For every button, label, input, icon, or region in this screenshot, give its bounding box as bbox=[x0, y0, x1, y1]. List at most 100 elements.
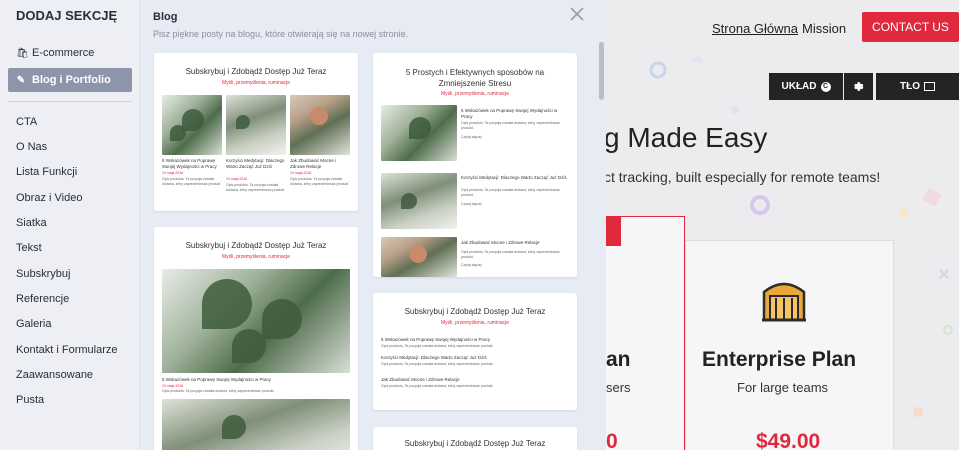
sidebar-item-blog-portfolio[interactable]: ✎ Blog i Portfolio bbox=[8, 68, 132, 92]
blog-template-card-2[interactable]: 5 Prostych i Efektywnych sposobów na Zmn… bbox=[373, 53, 577, 277]
card-heading: 5 Prostych i Efektywnych sposobów na Zmn… bbox=[405, 68, 545, 88]
post-date: 10 maja 2016 bbox=[162, 171, 184, 175]
close-icon[interactable] bbox=[569, 6, 585, 22]
sidebar-item-label: Blog i Portfolio bbox=[32, 74, 111, 86]
panel-scrollbar[interactable] bbox=[599, 42, 604, 100]
layout-label: UKŁAD bbox=[781, 81, 817, 92]
image-icon bbox=[924, 82, 935, 91]
post-image bbox=[162, 399, 350, 450]
left-plan-price-fragment: 0 bbox=[606, 430, 618, 450]
post-body: Opis produktu. Ta pozycja została dodana… bbox=[381, 344, 494, 348]
read-more-link: Czytaj więcej bbox=[461, 202, 482, 206]
post-title: Jak Zbudować Mocne i Zdrowe Relacje bbox=[461, 240, 540, 245]
cart-icon: 🛍 bbox=[16, 47, 29, 59]
building-icon bbox=[762, 282, 806, 322]
sidebar-item-label: Zaawansowane bbox=[16, 369, 94, 381]
sidebar-item-ecommerce[interactable]: 🛍 E-commerce bbox=[8, 41, 132, 65]
plan-name: Enterprise Plan bbox=[702, 348, 857, 371]
nav-link-home[interactable]: Strona Główna bbox=[712, 21, 798, 36]
card-subheading: Myśli, przemyślenia, ruminacje bbox=[221, 80, 291, 86]
sidebar-item-label: Pusta bbox=[16, 394, 45, 406]
sidebar-item-gallery[interactable]: Galeria bbox=[8, 312, 132, 336]
sidebar-item-grid[interactable]: Siatka bbox=[8, 211, 132, 235]
read-more-link: Czytaj więcej bbox=[461, 263, 482, 267]
sidebar-item-label: Obraz i Video bbox=[16, 192, 83, 204]
layout-badge: C bbox=[820, 81, 831, 92]
blog-template-card-3[interactable]: Subskrybuj i Zdobądź Dostęp Już Teraz My… bbox=[154, 227, 358, 450]
pricing-card-enterprise bbox=[685, 240, 894, 450]
post-body: Opis produktu. Ta pozycja została dodana… bbox=[162, 389, 275, 393]
sidebar-item-features[interactable]: Lista Funkcji bbox=[8, 160, 132, 184]
sidebar-item-contact-forms[interactable]: Kontakt i Formularze bbox=[8, 338, 132, 362]
sidebar-item-empty[interactable]: Pusta bbox=[8, 388, 132, 412]
post-date: 10 maja 2016 bbox=[162, 384, 184, 388]
post-body: Opis produktu. Ta pozycja została dodana… bbox=[381, 384, 494, 388]
post-image bbox=[290, 95, 350, 155]
card-heading: Subskrybuj i Zdobądź Dostęp Już Teraz bbox=[185, 67, 327, 76]
post-body: Opis produktu. Ta pozycja została dodana… bbox=[461, 188, 560, 197]
sidebar-item-label: O Nas bbox=[16, 141, 48, 153]
settings-button[interactable] bbox=[844, 73, 873, 100]
post-image bbox=[162, 269, 350, 373]
sidebar-item-about[interactable]: O Nas bbox=[8, 135, 132, 159]
layout-button[interactable]: UKŁAD C bbox=[769, 73, 843, 100]
card-subheading: Myśli, przemyślenia, ruminacje bbox=[221, 254, 291, 260]
sidebar-item-image-video[interactable]: Obraz i Video bbox=[8, 186, 132, 210]
sidebar-item-testimonials[interactable]: Referencje bbox=[8, 287, 132, 311]
blog-template-card-4[interactable]: Subskrybuj i Zdobądź Dostęp Już Teraz My… bbox=[373, 293, 577, 410]
card-heading: Subskrybuj i Zdobądź Dostęp Już Teraz bbox=[404, 307, 546, 316]
post-image bbox=[162, 95, 222, 155]
sidebar-item-advanced[interactable]: Zaawansowane bbox=[8, 363, 132, 387]
background-label: TŁO bbox=[900, 81, 920, 92]
post-title: Jak Zbudować Mocne i Zdrowe Relacje bbox=[381, 377, 460, 382]
card-subheading: Myśli, przemyślenia, ruminacje bbox=[440, 320, 510, 326]
add-section-sidebar: DODAJ SEKCJĘ 🛍 E-commerce ✎ Blog i Portf… bbox=[0, 0, 140, 450]
nav-link-mission[interactable]: Mission bbox=[802, 21, 846, 36]
sidebar-item-subscribe[interactable]: Subskrybuj bbox=[8, 262, 132, 286]
post-title: Korzyści Medytacji: Dlaczego Warto Zaczą… bbox=[226, 158, 285, 169]
post-image bbox=[381, 105, 457, 161]
post-title: 5 Wskazówek na Poprawę Swojej Wydajności… bbox=[162, 377, 272, 382]
post-title: Korzyści Medytacji: Dlaczego Warto Zaczą… bbox=[381, 355, 487, 360]
sidebar-item-text[interactable]: Tekst bbox=[8, 236, 132, 260]
blog-template-card-1[interactable]: Subskrybuj i Zdobądź Dostęp Już Teraz My… bbox=[154, 53, 358, 211]
post-body: Opis produktu. Ta pozycja została dodana… bbox=[381, 362, 494, 366]
post-title: Jak Zbudować Mocne i Zdrowe Relacje bbox=[290, 158, 337, 169]
sidebar-item-label: E-commerce bbox=[32, 47, 95, 59]
sidebar-title: DODAJ SEKCJĘ bbox=[16, 8, 118, 23]
post-body: Opis produktu. Ta pozycja została dodana… bbox=[290, 177, 350, 186]
sidebar-item-label: Lista Funkcji bbox=[16, 166, 78, 178]
post-body: Opis produktu. Ta pozycja została dodana… bbox=[226, 183, 286, 192]
post-title: Korzyści Medytacji: Dlaczego Warto Zaczą… bbox=[461, 175, 567, 180]
read-more-link: Czytaj więcej bbox=[461, 135, 482, 139]
edit-icon: ✎ bbox=[16, 74, 26, 86]
sidebar-item-label: Kontakt i Formularze bbox=[16, 344, 118, 356]
sidebar-item-label: Referencje bbox=[16, 293, 70, 305]
sidebar-item-cta[interactable]: CTA bbox=[8, 110, 132, 134]
post-body: Opis produktu. Ta pozycja została dodana… bbox=[461, 121, 560, 130]
post-image bbox=[226, 95, 286, 155]
post-title: 5 Wskazówek na Poprawę Swojej Wydajności… bbox=[381, 337, 491, 342]
card-heading: Subskrybuj i Zdobądź Dostęp Już Teraz bbox=[404, 439, 546, 448]
blog-template-card-5[interactable]: Subskrybuj i Zdobądź Dostęp Już Teraz bbox=[373, 427, 577, 450]
plan-description: For large teams bbox=[737, 380, 829, 395]
card-subheading: Myśli, przemyślenia, ruminacje bbox=[440, 91, 510, 97]
plan-price: $49.00 bbox=[756, 430, 821, 450]
contact-us-button[interactable]: CONTACT US bbox=[862, 12, 959, 42]
left-plan-name-fragment: an bbox=[606, 348, 631, 371]
sidebar-item-label: Galeria bbox=[16, 318, 52, 330]
gear-icon bbox=[854, 82, 864, 91]
sidebar-divider bbox=[8, 101, 132, 102]
blog-sections-panel: Blog Pisz piękne posty na blogu, które o… bbox=[140, 0, 606, 450]
post-date: 10 maja 2016 bbox=[226, 177, 248, 181]
background-button[interactable]: TŁO bbox=[876, 73, 959, 100]
post-body: Opis produktu. Ta pozycja została dodana… bbox=[461, 250, 560, 259]
post-image bbox=[381, 173, 457, 229]
panel-title: Blog bbox=[153, 11, 178, 23]
sidebar-item-label: CTA bbox=[16, 116, 38, 128]
hero-subtitle: ct tracking, built especially for remote… bbox=[604, 169, 881, 185]
post-image bbox=[381, 237, 457, 277]
post-title: 5 Wskazówek na Poprawę Swojej Wydajności… bbox=[162, 158, 217, 169]
post-date: 10 maja 2016 bbox=[290, 171, 312, 175]
card-heading: Subskrybuj i Zdobądź Dostęp Już Teraz bbox=[185, 241, 327, 250]
